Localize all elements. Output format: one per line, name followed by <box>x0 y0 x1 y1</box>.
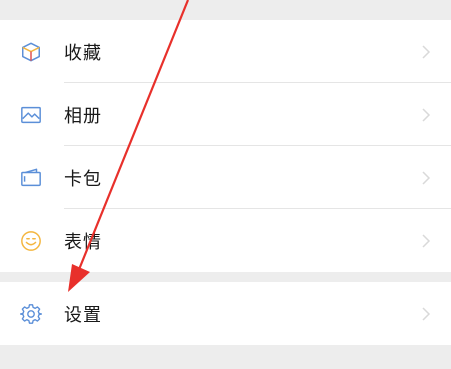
chevron-right-icon <box>422 170 431 185</box>
menu-item-label: 设置 <box>64 304 102 326</box>
menu-group-settings: 设置 <box>0 282 451 345</box>
menu-item-album[interactable]: 相册 <box>0 83 451 146</box>
menu-item-label: 相册 <box>64 105 102 127</box>
chevron-right-icon <box>422 107 431 122</box>
menu-item-stickers[interactable]: 表情 <box>0 209 451 272</box>
menu-item-card-wallet[interactable]: 卡包 <box>0 146 451 209</box>
album-picture-icon <box>21 106 41 123</box>
smiley-face-icon <box>21 230 41 251</box>
settings-gear-icon <box>20 303 42 324</box>
menu-item-label: 卡包 <box>64 168 102 190</box>
chevron-right-icon <box>422 306 431 321</box>
card-wallet-icon <box>21 168 41 186</box>
menu-item-label: 表情 <box>64 231 102 253</box>
favorites-cube-icon <box>22 42 40 61</box>
chevron-right-icon <box>422 44 431 59</box>
menu-item-settings[interactable]: 设置 <box>0 282 451 345</box>
chevron-right-icon <box>422 233 431 248</box>
menu-item-label: 收藏 <box>64 42 102 64</box>
menu-item-favorites[interactable]: 收藏 <box>0 20 451 83</box>
menu-group-main: 收藏 相册 卡包 表情 <box>0 20 451 272</box>
me-screen: 收藏 相册 卡包 表情 设置 <box>0 0 451 369</box>
